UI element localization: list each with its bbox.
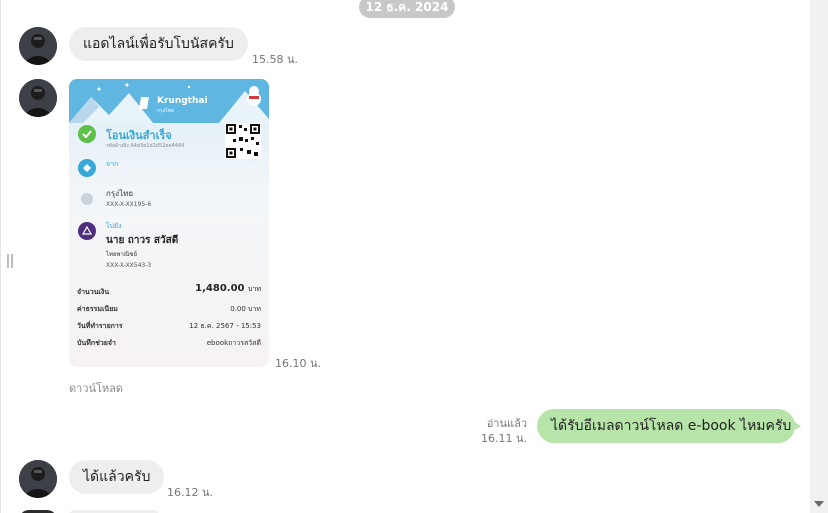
message-bubble[interactable]: ได้แล้วครับ bbox=[69, 460, 165, 494]
transfer-slip-image[interactable]: Krungthai กรุงไทย โอนเงินสำเร็จ รหัสอ้าง… bbox=[69, 79, 269, 367]
qr-code-icon bbox=[225, 123, 261, 159]
slip-from-account: XXX-X-XX195-6 bbox=[106, 201, 152, 208]
message-time: 16.12 น. bbox=[167, 486, 214, 499]
avatar[interactable] bbox=[19, 460, 57, 498]
slip-memo-label: บันทึกช่วยจำ bbox=[77, 339, 116, 347]
slip-date-value: 12 ธ.ค. 2567 - 15:53 bbox=[189, 322, 261, 330]
slip-amount-value: 1,480.00 bbox=[195, 283, 245, 294]
slip-reference: รหัสอ้างอิง A4d3e1d2d52ee4484 bbox=[106, 143, 185, 149]
message-bubble[interactable]: ได้รับอีเมลดาวน์โหลด e-book ไหมครับ bbox=[537, 409, 801, 443]
slip-date-label: วันที่ทำรายการ bbox=[77, 322, 123, 330]
avatar[interactable] bbox=[19, 79, 57, 117]
scrollbar[interactable] bbox=[810, 0, 828, 513]
message-time: 15.58 น. bbox=[252, 53, 299, 66]
slip-fee-value: 0.00 บาท bbox=[230, 305, 261, 313]
chat-panel: 12 ธ.ค. 2024 แอดไลน์เพื่อรับโบนัสครับ 15… bbox=[0, 0, 811, 513]
message-bubble[interactable]: แอดไลน์เพื่อรับโบนัสครับ bbox=[69, 27, 248, 61]
slip-amount-label: จำนวนเงิน bbox=[77, 288, 110, 296]
message-meta: อ่านแล้ว 16.11 น. bbox=[471, 416, 527, 446]
slip-to-account: XXX-X-XX543-3 bbox=[106, 262, 152, 269]
message-time: 16.11 น. bbox=[480, 432, 527, 445]
read-status: อ่านแล้ว bbox=[486, 417, 527, 430]
scroll-down-arrow-icon[interactable] bbox=[814, 501, 824, 507]
connector-dot-icon bbox=[81, 193, 93, 205]
slip-to-name: นาย ถาวร สวัสดี bbox=[106, 235, 179, 246]
message-time: 16.10 น. bbox=[275, 357, 322, 370]
slip-from-label: จาก bbox=[106, 160, 119, 168]
bank-logo-icon bbox=[78, 222, 96, 240]
download-link[interactable]: ดาวน์โหลด bbox=[69, 379, 123, 397]
slip-from-bank: กรุงไทย bbox=[106, 189, 134, 198]
check-icon bbox=[78, 125, 96, 143]
slip-memo-value: ebookถาวรสวัสดี bbox=[206, 339, 261, 347]
slip-bank-name: Krungthai bbox=[157, 96, 208, 106]
slip-to-bank: ไทยพาณิชย์ bbox=[106, 251, 137, 258]
slip-fee-label: ค่าธรรมเนียม bbox=[77, 305, 118, 313]
avatar[interactable] bbox=[19, 27, 57, 65]
resize-handle[interactable] bbox=[7, 254, 13, 268]
bank-logo-icon bbox=[78, 159, 96, 177]
slip-bank-sub: กรุงไทย bbox=[157, 108, 174, 114]
slip-to-label: ไปยัง bbox=[106, 222, 122, 230]
slip-amount-unit: บาท bbox=[248, 285, 261, 293]
slip-amount: 1,480.00 บาท bbox=[195, 283, 261, 295]
date-separator: 12 ธ.ค. 2024 bbox=[359, 0, 455, 18]
